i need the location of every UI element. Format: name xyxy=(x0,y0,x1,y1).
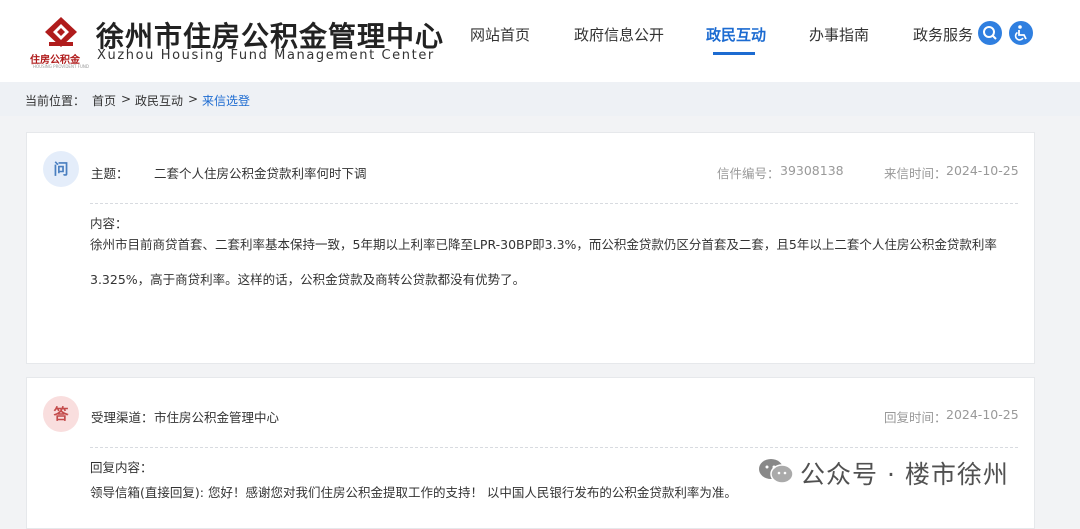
subject-text: 二套个人住房公积金贷款利率何时下调 xyxy=(154,166,367,181)
breadcrumb-current: 来信选登 xyxy=(202,94,251,108)
letter-date: 2024-10-25 xyxy=(946,163,1019,178)
divider xyxy=(90,203,1018,204)
question-content-line: 3.325%，高于商贷利率。这样的话，公积金贷款及商转公贷款都没有优势了。 xyxy=(90,272,526,287)
breadcrumb-home[interactable]: 首页 xyxy=(92,92,116,109)
breadcrumb-separator: > xyxy=(121,92,132,106)
nav-active-indicator xyxy=(713,52,755,55)
subject-label: 主题： xyxy=(91,166,129,181)
search-icon[interactable] xyxy=(978,21,1002,45)
reply-content-label: 回复内容： xyxy=(90,460,153,475)
breadcrumb-prefix: 当前位置： xyxy=(25,94,86,108)
site-subtitle: Xuzhou Housing Fund Management Center xyxy=(97,48,435,63)
site-header: 住房公积金 HOUSING PROVIDENT FUND 徐州市住房公积金管理中… xyxy=(0,0,1080,82)
logo-tiny-text: HOUSING PROVIDENT FUND xyxy=(33,64,89,69)
nav-home[interactable]: 网站首页 xyxy=(470,24,530,45)
watermark-text: 公众号 · 楼市徐州 xyxy=(800,460,1009,489)
nav-guide[interactable]: 办事指南 xyxy=(809,24,869,45)
answer-badge: 答 xyxy=(43,396,79,432)
breadcrumb-separator: > xyxy=(188,92,199,106)
wechat-icon xyxy=(759,459,794,484)
channel-label: 受理渠道： xyxy=(91,410,154,425)
housing-fund-logo-icon[interactable] xyxy=(44,16,78,48)
answer-card: 答 受理渠道： 市住房公积金管理中心 回复时间： 2024-10-25 回复内容… xyxy=(26,377,1035,529)
accessibility-icon[interactable] xyxy=(1009,21,1033,45)
question-badge: 问 xyxy=(43,151,79,187)
reply-date: 2024-10-25 xyxy=(946,407,1019,422)
reply-date-label: 回复时间： xyxy=(884,410,947,425)
channel-text: 市住房公积金管理中心 xyxy=(154,410,280,425)
breadcrumb: 当前位置： 首页 > 政民互动 > 来信选登 xyxy=(0,82,1080,116)
question-content-line: 徐州市目前商贷首套、二套利率基本保持一致，5年期以上利率已降至LPR-30BP即… xyxy=(90,237,997,252)
letter-date-label: 来信时间： xyxy=(884,166,947,181)
question-content: 徐州市目前商贷首套、二套利率基本保持一致，5年期以上利率已降至LPR-30BP即… xyxy=(90,229,1020,295)
letter-no-label: 信件编号： xyxy=(717,166,780,181)
divider xyxy=(90,447,1018,448)
breadcrumb-interaction[interactable]: 政民互动 xyxy=(135,92,183,109)
reply-content: 领导信箱(直接回复): 您好！感谢您对我们住房公积金提取工作的支持！ 以中国人民… xyxy=(90,485,737,500)
question-card: 问 主题： 二套个人住房公积金贷款利率何时下调 信件编号： 39308138 来… xyxy=(26,132,1035,364)
nav-gov-info[interactable]: 政府信息公开 xyxy=(574,24,664,45)
letter-no: 39308138 xyxy=(780,163,844,178)
nav-interaction[interactable]: 政民互动 xyxy=(706,24,766,45)
nav-services[interactable]: 政务服务 xyxy=(913,24,973,45)
